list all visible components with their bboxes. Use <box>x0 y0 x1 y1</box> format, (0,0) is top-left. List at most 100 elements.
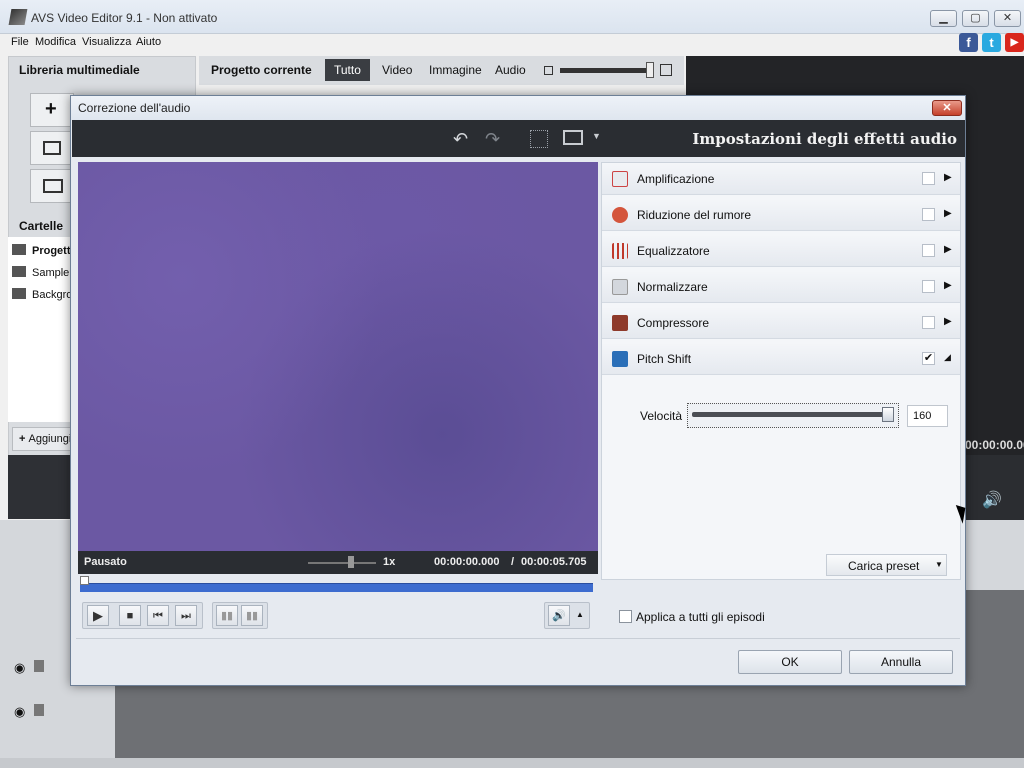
horizontal-scrollbar[interactable] <box>0 758 1024 768</box>
effect-checkbox[interactable] <box>922 316 935 329</box>
folder-item[interactable]: Progetto <box>12 244 77 257</box>
zoom-slider-thumb[interactable] <box>646 62 654 78</box>
zoom-large-icon[interactable] <box>660 64 672 76</box>
media-library-title: Libreria multimediale <box>19 63 140 77</box>
video-capture-button[interactable] <box>30 131 74 165</box>
player-status: Pausato <box>84 556 127 568</box>
plus-icon: + <box>45 98 57 120</box>
mark-out-button[interactable]: ▮▮ <box>241 605 263 626</box>
menu-modifica[interactable]: Modifica <box>35 36 76 48</box>
apply-all-checkbox[interactable] <box>619 610 632 623</box>
effect-label: Compressore <box>637 316 710 330</box>
maximize-button[interactable]: ▢ <box>962 10 989 27</box>
tab-audio[interactable]: Audio <box>486 59 535 81</box>
effect-checkbox[interactable] <box>922 208 935 221</box>
mark-in-button[interactable]: ▮▮ <box>216 605 238 626</box>
effect-checkbox[interactable] <box>922 244 935 257</box>
cancel-button[interactable]: Annulla <box>849 650 953 674</box>
effect-label: Amplificazione <box>637 172 715 186</box>
tab-video[interactable]: Video <box>373 59 421 81</box>
playhead-handle[interactable] <box>80 576 89 585</box>
ok-button[interactable]: OK <box>738 650 842 674</box>
velocity-slider[interactable] <box>692 412 890 417</box>
folder-tree <box>8 237 74 422</box>
screen-capture-button[interactable] <box>30 169 74 203</box>
undo-icon[interactable]: ↶ <box>453 129 468 150</box>
eye-icon[interactable]: ◉ <box>14 660 25 676</box>
amplify-icon <box>612 171 628 187</box>
current-project-label: Progetto corrente <box>211 63 312 77</box>
velocity-value-input[interactable]: 160 <box>907 405 948 427</box>
noise-reduction-icon <box>612 207 628 223</box>
apply-all-label: Applica a tutti gli episodi <box>636 610 765 624</box>
chevron-down-icon: ▼ <box>935 560 943 569</box>
lock-icon[interactable] <box>34 660 44 672</box>
chevron-up-icon[interactable]: ◢ <box>944 352 951 363</box>
chevron-right-icon[interactable]: ▶ <box>944 208 952 219</box>
prev-frame-button[interactable]: ⏮ <box>147 605 169 626</box>
effect-label: Pitch Shift <box>637 352 692 366</box>
folder-item[interactable]: Backgro <box>12 288 72 301</box>
effect-checkbox[interactable] <box>922 172 935 185</box>
add-button[interactable]: + Aggiungi <box>12 427 76 451</box>
chevron-right-icon[interactable]: ▶ <box>944 172 952 183</box>
minimize-button[interactable]: ▁ <box>930 10 957 27</box>
volume-icon[interactable]: 🔊 <box>548 605 570 626</box>
menu-visualizza[interactable]: Visualizza <box>82 36 131 48</box>
playback-progress-bar[interactable] <box>80 583 593 592</box>
close-window-button[interactable]: ✕ <box>994 10 1021 27</box>
volume-icon[interactable]: 🔊 <box>982 490 1002 510</box>
effect-row-compressore[interactable]: Compressore ▶ <box>602 307 960 339</box>
eye-icon[interactable]: ◉ <box>14 704 25 720</box>
youtube-icon[interactable]: ▶ <box>1005 33 1024 52</box>
menu-aiuto[interactable]: Aiuto <box>136 36 161 48</box>
tab-immagine[interactable]: Immagine <box>420 59 491 81</box>
play-button[interactable]: ▶ <box>87 605 109 626</box>
monitor-icon <box>43 179 63 193</box>
twitter-icon[interactable]: t <box>982 33 1001 52</box>
zoom-small-icon[interactable] <box>544 66 553 75</box>
zoom-slider[interactable] <box>560 68 652 73</box>
dialog-title: Correzione dell'audio <box>78 101 191 115</box>
dialog-title-bar <box>71 96 965 120</box>
speed-slider-thumb[interactable] <box>348 556 354 568</box>
speed-slider[interactable] <box>308 562 376 564</box>
video-preview <box>78 162 598 551</box>
monitor-icon[interactable] <box>563 130 583 145</box>
facebook-icon[interactable]: f <box>959 33 978 52</box>
grid-icon[interactable] <box>530 130 548 148</box>
menu-file[interactable]: File <box>11 36 29 48</box>
chevron-right-icon[interactable]: ▶ <box>944 280 952 291</box>
chevron-down-icon[interactable]: ▼ <box>592 131 601 141</box>
folder-item[interactable]: Sample <box>12 266 69 279</box>
chevron-up-icon[interactable]: ▲ <box>576 610 584 619</box>
next-frame-button[interactable]: ⏭ <box>175 605 197 626</box>
folder-icon <box>12 266 26 277</box>
project-strip <box>8 455 72 519</box>
add-media-button[interactable]: + <box>30 93 74 127</box>
effect-label: Equalizzatore <box>637 244 710 258</box>
chevron-right-icon[interactable]: ▶ <box>944 316 952 327</box>
tab-tutto[interactable]: Tutto <box>325 59 370 81</box>
stop-button[interactable]: ■ <box>119 605 141 626</box>
effect-checkbox-checked[interactable]: ✔ <box>922 352 935 365</box>
chevron-right-icon[interactable]: ▶ <box>944 244 952 255</box>
effect-row-equalizzatore[interactable]: Equalizzatore ▶ <box>602 235 960 267</box>
effect-row-amplificazione[interactable]: Amplificazione ▶ <box>602 163 960 195</box>
time-separator: / <box>511 556 515 568</box>
equalizer-icon <box>612 243 628 259</box>
current-time: 00:00:00.000 <box>434 556 500 568</box>
divider <box>76 638 960 639</box>
dialog-heading: Impostazioni degli effetti audio <box>692 130 957 148</box>
effect-label: Riduzione del rumore <box>637 208 752 222</box>
effect-row-riduzione-rumore[interactable]: Riduzione del rumore ▶ <box>602 199 960 231</box>
load-preset-dropdown[interactable]: Carica preset ▼ <box>826 554 947 576</box>
redo-icon[interactable]: ↷ <box>485 129 500 150</box>
effect-checkbox[interactable] <box>922 280 935 293</box>
lock-icon[interactable] <box>34 704 44 716</box>
dialog-close-button[interactable]: ✕ <box>932 100 962 116</box>
velocity-slider-thumb[interactable] <box>882 407 894 422</box>
effect-row-pitch-shift[interactable]: Pitch Shift ✔ ◢ <box>602 343 960 375</box>
effect-row-normalizzare[interactable]: Normalizzare ▶ <box>602 271 960 303</box>
pitch-shift-icon <box>612 351 628 367</box>
